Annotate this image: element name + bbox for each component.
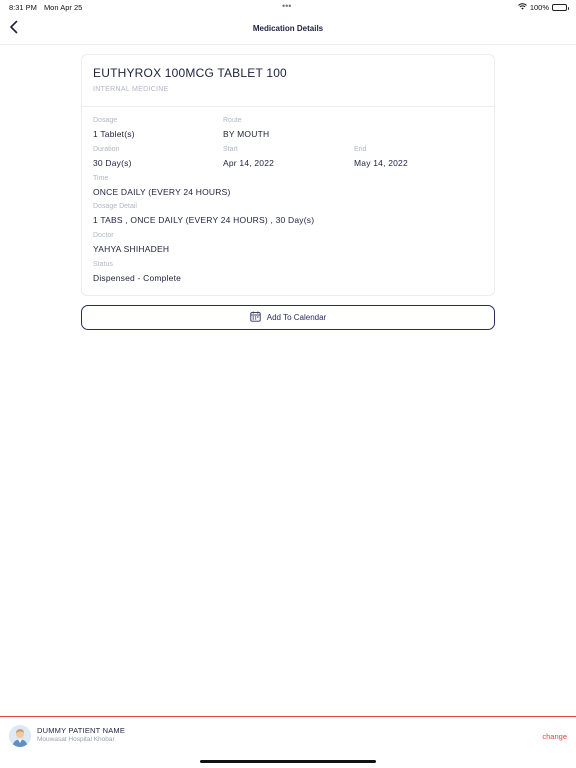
doctor-label: Doctor bbox=[93, 232, 114, 239]
dosage-label: Dosage bbox=[93, 117, 118, 124]
end-value: May 14, 2022 bbox=[354, 158, 408, 168]
medication-department: INTERNAL MEDICINE bbox=[93, 86, 169, 93]
status-value: Dispensed - Complete bbox=[93, 273, 182, 283]
patient-name: DUMMY PATIENT NAME bbox=[37, 726, 126, 735]
multitasking-dots[interactable]: ••• bbox=[282, 1, 291, 11]
battery-percent: 100% bbox=[529, 3, 549, 12]
start-value: Apr 14, 2022 bbox=[223, 158, 275, 168]
status-right: 100% bbox=[517, 3, 569, 12]
time-label: Time bbox=[93, 175, 109, 182]
home-indicator[interactable] bbox=[200, 760, 376, 763]
dosage-detail-value: 1 TABS , ONCE DAILY (EVERY 24 HOURS) , 3… bbox=[93, 215, 315, 225]
change-patient-link[interactable]: change bbox=[542, 732, 567, 741]
battery-icon bbox=[552, 4, 569, 11]
route-label: Route bbox=[223, 117, 242, 124]
status-bar: 8:31 PM Mon Apr 25 ••• 100% bbox=[0, 0, 576, 14]
duration-value: 30 Day(s) bbox=[93, 158, 132, 168]
medication-header: EUTHYROX 100MCG TABLET 100 INTERNAL MEDI… bbox=[82, 55, 494, 107]
status-date: Mon Apr 25 bbox=[43, 3, 83, 12]
status-label: Status bbox=[93, 261, 113, 268]
avatar bbox=[9, 725, 31, 747]
dosage-detail-label: Dosage Detail bbox=[93, 203, 137, 210]
status-left: 8:31 PM Mon Apr 25 bbox=[9, 3, 82, 12]
add-to-calendar-label: Add To Calendar bbox=[266, 313, 327, 322]
status-time: 8:31 PM bbox=[9, 3, 37, 12]
route-value: BY MOUTH bbox=[223, 129, 270, 139]
duration-label: Duration bbox=[93, 146, 120, 153]
time-value: ONCE DAILY (EVERY 24 HOURS) bbox=[93, 187, 231, 197]
medication-card: EUTHYROX 100MCG TABLET 100 INTERNAL MEDI… bbox=[81, 54, 495, 296]
end-label: End bbox=[354, 146, 367, 153]
medication-name: EUTHYROX 100MCG TABLET 100 bbox=[93, 66, 287, 80]
dosage-value: 1 Tablet(s) bbox=[93, 129, 135, 139]
page-title: Medication Details bbox=[252, 24, 324, 33]
add-to-calendar-button[interactable]: Add To Calendar bbox=[81, 305, 495, 330]
calendar-icon bbox=[250, 309, 261, 327]
doctor-value: YAHYA SHIHADEH bbox=[93, 244, 170, 254]
start-label: Start bbox=[223, 146, 238, 153]
navigation-bar: Medication Details bbox=[0, 14, 576, 45]
wifi-icon bbox=[517, 3, 527, 12]
hospital-name: Mouwasat Hospital Khobar bbox=[37, 736, 115, 743]
